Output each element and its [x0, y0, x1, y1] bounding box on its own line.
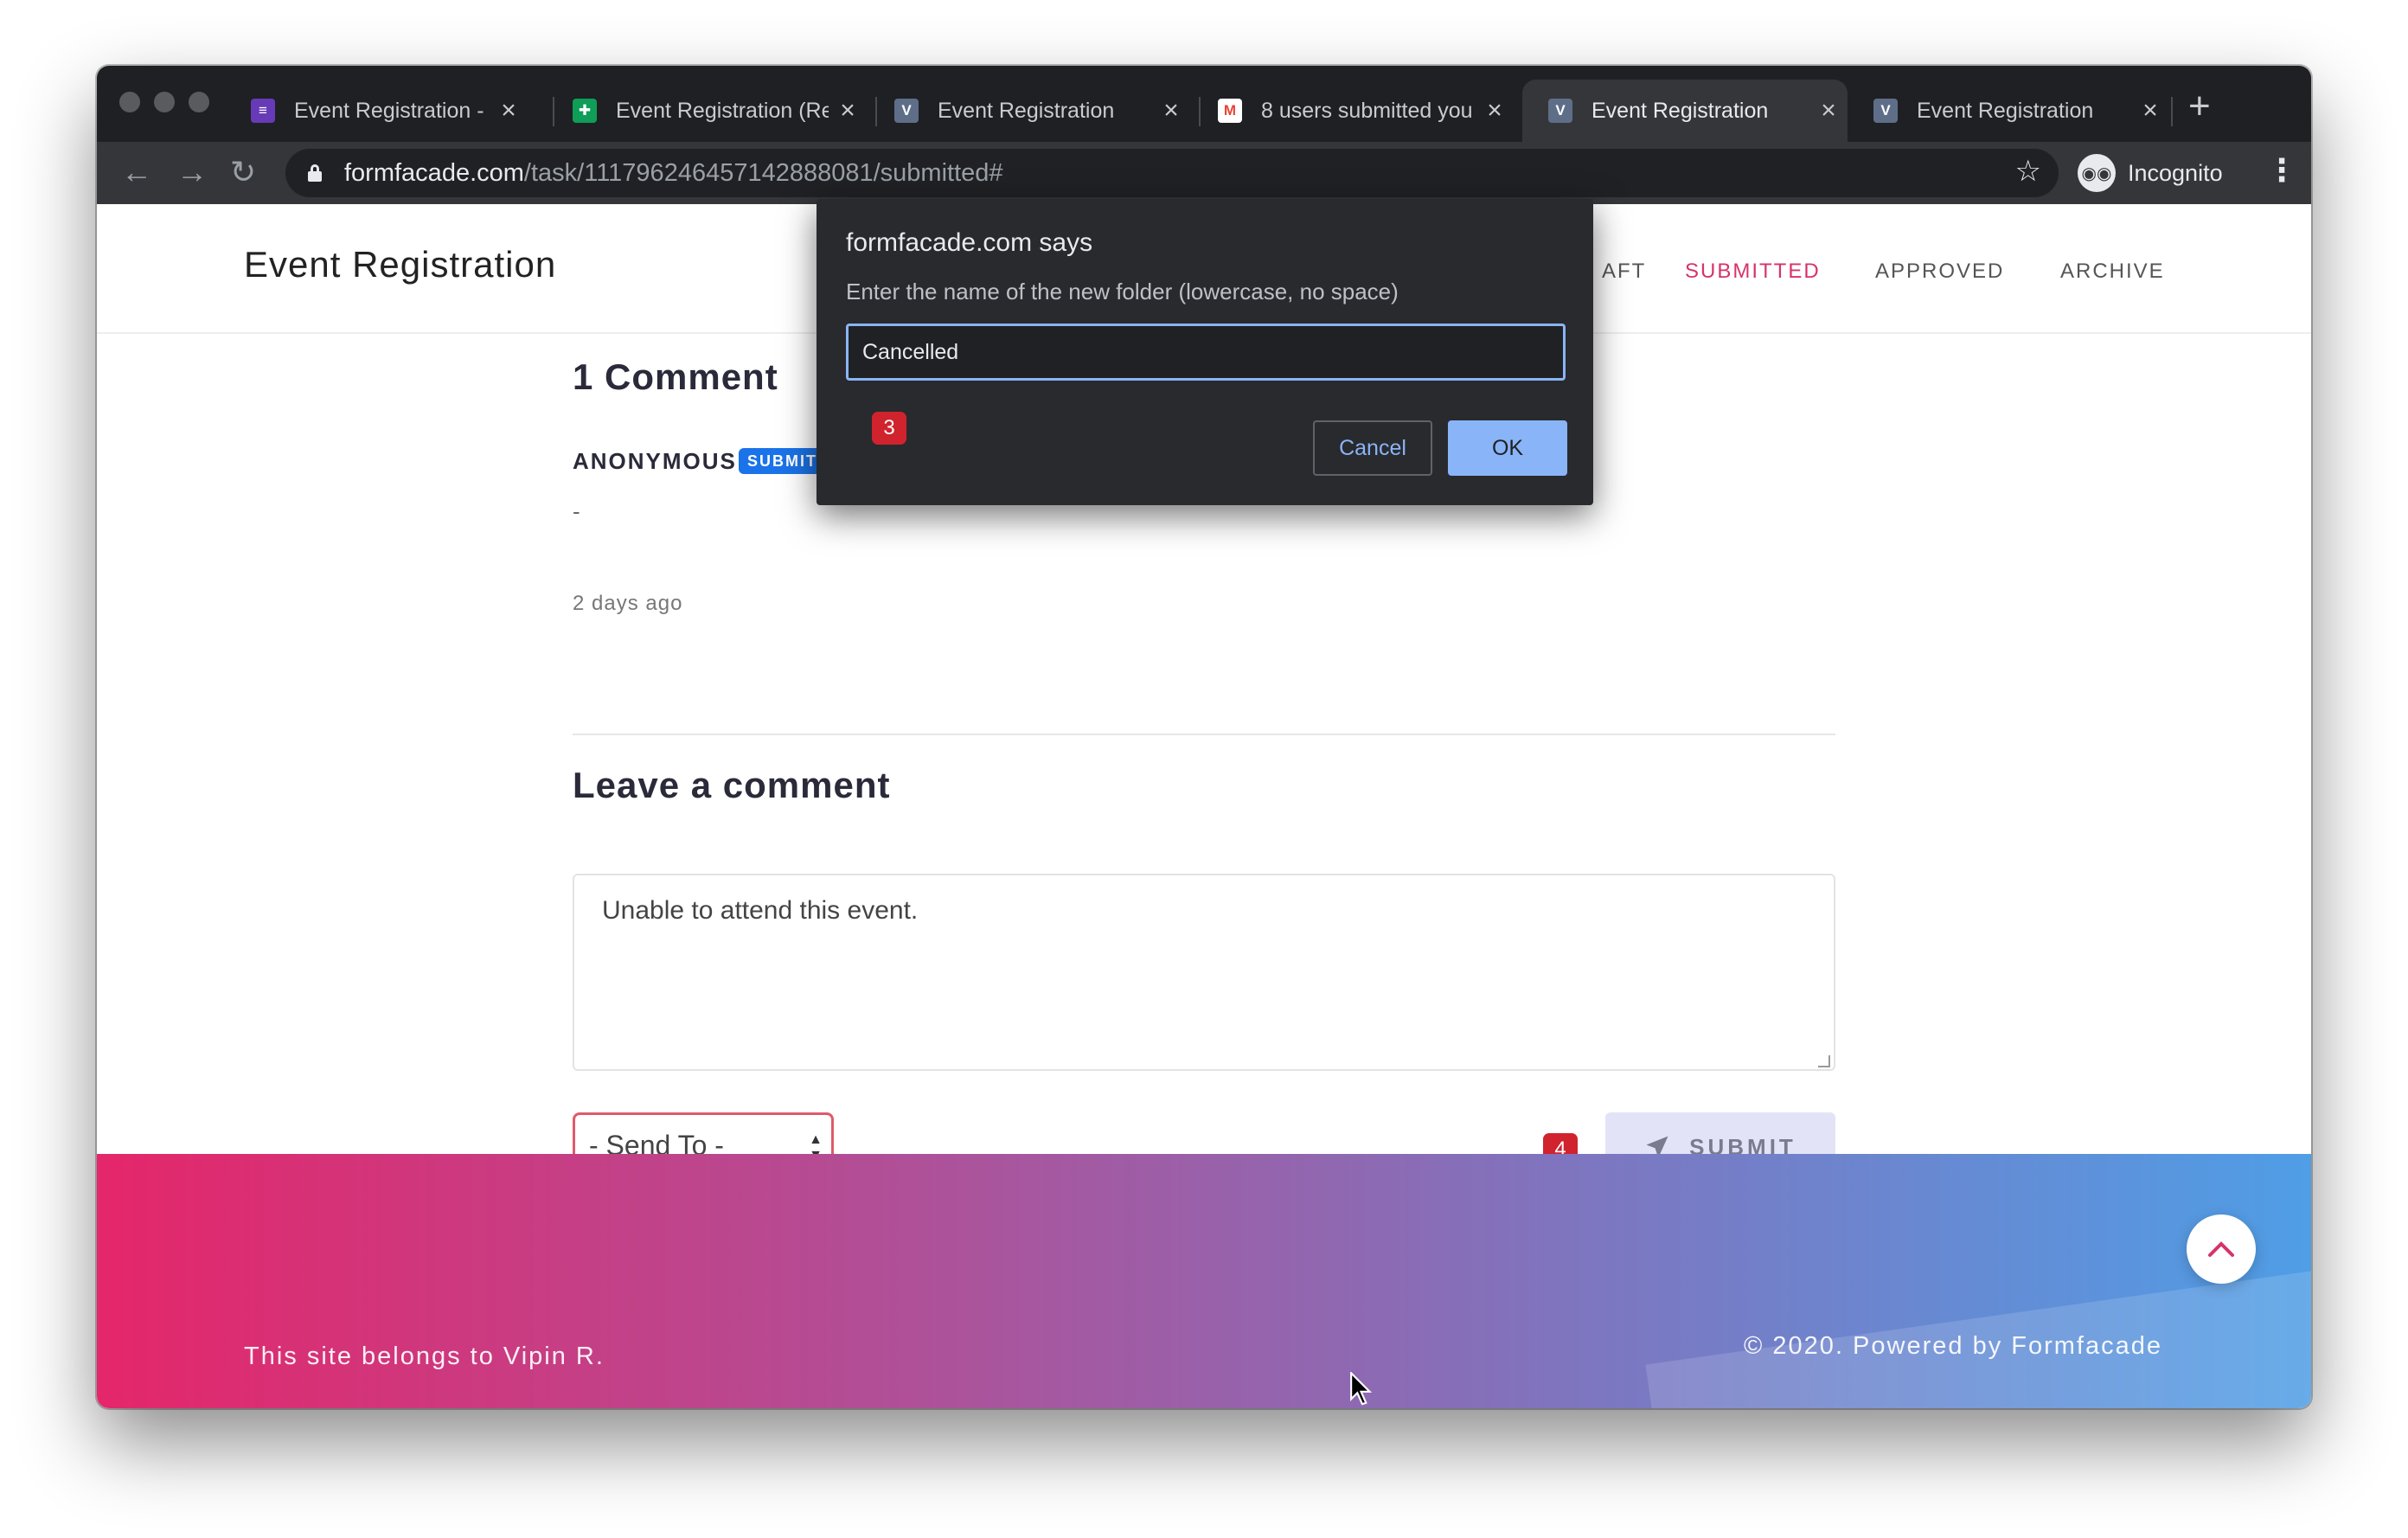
v-icon: V [1873, 99, 1898, 123]
tab-5-active[interactable]: V Event Registration × [1522, 80, 1848, 142]
nav-archive[interactable]: ARCHIVE [2060, 260, 2165, 284]
nav-submitted[interactable]: SUBMITTED [1685, 260, 1821, 284]
tab-separator [2171, 97, 2173, 126]
comment-time: 2 days ago [573, 592, 683, 615]
ok-button[interactable]: OK [1448, 420, 1567, 476]
cancel-button[interactable]: Cancel [1313, 420, 1432, 476]
tab-3[interactable]: V Event Registration × [868, 80, 1190, 142]
leave-comment-heading: Leave a comment [573, 765, 891, 805]
window-minimize-dot[interactable] [154, 92, 175, 112]
tab-title: 8 users submitted you [1261, 98, 1473, 123]
tab-1[interactable]: ≡ Event Registration - G × [225, 80, 528, 142]
lock-icon [308, 164, 322, 182]
reload-icon[interactable]: ↻ [230, 154, 256, 190]
tab-title: Event Registration - G [294, 98, 490, 123]
form-icon: ≡ [251, 99, 275, 123]
nav-approved[interactable]: APPROVED [1875, 260, 2004, 284]
window-maximize-dot[interactable] [189, 92, 209, 112]
tab-title: Event Registration [1591, 98, 1769, 123]
close-icon[interactable]: × [1152, 96, 1190, 125]
prompt-dialog: formfacade.com says Enter the name of th… [817, 199, 1593, 505]
forward-icon[interactable]: → [176, 154, 208, 190]
dialog-message: Enter the name of the new folder (lowerc… [846, 279, 1399, 304]
site-footer: This site belongs to Vipin R. © 2020. Po… [97, 1154, 2311, 1408]
footer-powered-text[interactable]: © 2020. Powered by Formfacade [1744, 1332, 2162, 1361]
close-icon[interactable]: × [490, 96, 528, 125]
incognito-label: Incognito [2128, 159, 2223, 186]
tab-4[interactable]: M 8 users submitted you × [1192, 80, 1514, 142]
url-path: /task/111796246457142888081/submitted# [523, 158, 1003, 187]
comment-body: - [573, 498, 580, 524]
footer-owner-text: This site belongs to Vipin R. [244, 1343, 605, 1370]
url-host: formfacade.com [344, 158, 524, 187]
tab-2[interactable]: ✚ Event Registration (Re × [547, 80, 867, 142]
step-badge-3: 3 [872, 412, 906, 445]
nav-draft[interactable]: AFT [1602, 260, 1646, 284]
chevron-up-icon [2208, 1241, 2234, 1257]
comments-heading: 1 Comment [573, 356, 778, 397]
tab-title: Event Registration (Re [616, 98, 829, 123]
comment-textarea[interactable]: Unable to attend this event. [573, 874, 1835, 1071]
close-icon[interactable]: × [1809, 96, 1848, 125]
comment-author: ANONYMOUS [573, 448, 737, 474]
incognito-icon: ◉◉ [2078, 154, 2116, 192]
tab-title: Event Registration [1917, 98, 2094, 123]
close-icon[interactable]: × [829, 96, 867, 125]
v-icon: V [894, 99, 919, 123]
browser-window: ≡ Event Registration - G × ✚ Event Regis… [97, 66, 2311, 1408]
gmail-icon: M [1218, 99, 1242, 123]
resize-grip[interactable] [1818, 1055, 1830, 1067]
browser-toolbar: ← → ↻ formfacade.com/task/11179624645714… [97, 142, 2311, 204]
dialog-title: formfacade.com says [846, 228, 1093, 257]
scroll-to-top-button[interactable] [2187, 1214, 2256, 1284]
site-brand[interactable]: Event Registration [244, 244, 556, 285]
tab-strip: ≡ Event Registration - G × ✚ Event Regis… [97, 66, 2311, 142]
sheet-icon: ✚ [573, 99, 597, 123]
incognito-indicator[interactable]: ◉◉ Incognito [2078, 149, 2223, 197]
address-bar[interactable]: formfacade.com/task/11179624645714288808… [285, 149, 2059, 197]
tab-title: Event Registration [938, 98, 1115, 123]
divider [573, 734, 1835, 735]
window-close-dot[interactable] [119, 92, 140, 112]
back-icon[interactable]: ← [121, 154, 152, 190]
tab-6[interactable]: V Event Registration × [1848, 80, 2169, 142]
close-icon[interactable]: × [1476, 96, 1514, 125]
close-icon[interactable]: × [2131, 96, 2169, 125]
browser-menu-icon[interactable]: ⋮ [2266, 152, 2297, 189]
new-tab-icon[interactable]: + [2188, 85, 2211, 128]
folder-name-input[interactable] [846, 324, 1566, 381]
v-icon: V [1548, 99, 1572, 123]
bookmark-star-icon[interactable]: ☆ [2015, 154, 2041, 189]
mouse-cursor-icon [1350, 1372, 1373, 1406]
